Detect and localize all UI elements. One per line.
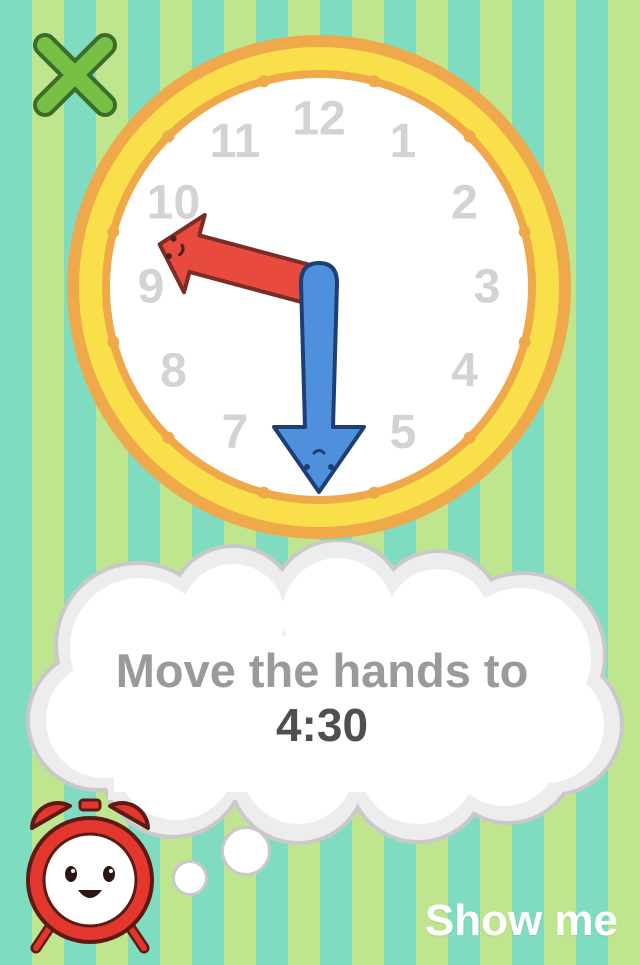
clock-numeral: 8	[160, 345, 187, 398]
clock-numeral: 12	[292, 93, 345, 146]
clock-numeral: 7	[222, 406, 249, 459]
clock-numeral: 5	[390, 406, 417, 459]
rim-dot	[463, 130, 476, 143]
alarm-clock-mascot-icon	[22, 798, 158, 960]
rim-dot	[368, 486, 381, 499]
rim-dot	[162, 431, 175, 444]
clock-numeral: 4	[451, 345, 478, 398]
clock-numeral: 3	[474, 261, 501, 314]
clock: 121234567891011	[66, 34, 572, 540]
rim-dot	[518, 336, 531, 349]
rim-dot	[518, 225, 531, 238]
target-time: 4:30	[275, 698, 369, 751]
clock-numeral: 9	[138, 261, 165, 314]
prompt-instruction: Move the hands to	[115, 643, 529, 697]
show-me-button[interactable]: Show me	[425, 893, 618, 949]
rim-dot	[107, 225, 120, 238]
clock-numeral: 11	[210, 115, 261, 168]
rim-dot	[162, 130, 175, 143]
clock-numeral: 2	[451, 177, 478, 230]
thought-bubble-large	[221, 826, 271, 876]
rim-dot	[257, 75, 270, 88]
rim-dot	[368, 75, 381, 88]
thought-bubble-small	[172, 860, 208, 896]
rim-dot	[257, 486, 270, 499]
clock-numeral: 1	[390, 115, 417, 168]
rim-dot	[107, 336, 120, 349]
rim-dot	[463, 431, 476, 444]
